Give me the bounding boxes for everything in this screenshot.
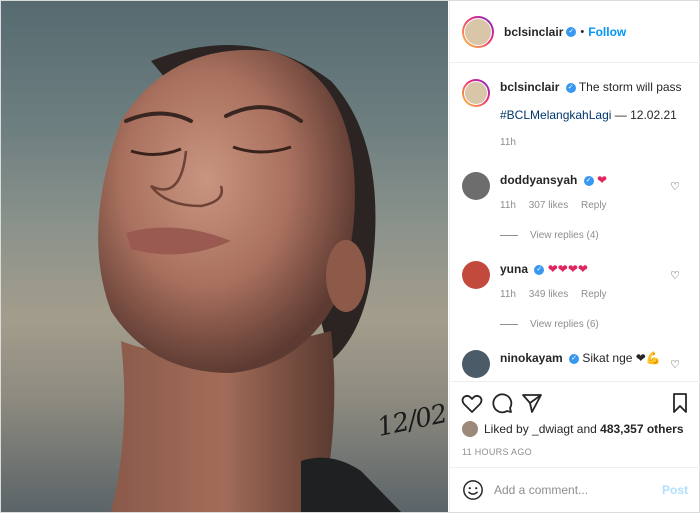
comment-item: doddyansyah ✓ ❤ 11h 307 likes Reply [462, 172, 617, 214]
view-replies[interactable]: View replies (6) [500, 319, 599, 330]
comment-time: 11h [500, 289, 516, 300]
likes-and: and [576, 422, 597, 436]
check-badge-icon: ✓ [566, 26, 577, 37]
comments-list: bclsinclair ✓ The storm will pass #BCLMe… [450, 64, 700, 380]
emoji-icon[interactable] [462, 479, 484, 501]
follow-button[interactable]: Follow [588, 25, 626, 39]
comment-avatar[interactable] [462, 261, 490, 289]
header-username[interactable]: bclsinclair [504, 25, 563, 39]
check-badge-icon: ✓ [583, 175, 594, 186]
comment-avatar[interactable] [462, 350, 490, 378]
bookmark-icon[interactable] [668, 391, 692, 415]
comment-time: 11h [500, 200, 516, 211]
likes-count[interactable]: 483,357 others [600, 422, 683, 436]
comment-input[interactable] [494, 483, 662, 497]
reply-button[interactable]: Reply [581, 289, 607, 300]
like-icon[interactable] [460, 391, 484, 415]
add-comment-bar: Post [450, 467, 700, 512]
comment-likes[interactable]: 307 likes [529, 200, 568, 211]
reply-button[interactable]: Reply [581, 200, 607, 211]
caption-text: The storm will pass [578, 80, 682, 94]
post-button[interactable]: Post [662, 483, 688, 497]
comment-text: Sikat nge ❤💪 [582, 351, 661, 365]
comment-username[interactable]: yuna [500, 262, 528, 276]
check-badge-icon: ✓ [565, 82, 576, 93]
heart-outline-icon[interactable]: ♡ [670, 358, 680, 371]
comment-text: ❤ [597, 173, 608, 187]
heart-outline-icon[interactable]: ♡ [670, 269, 680, 282]
share-icon[interactable] [520, 391, 544, 415]
caption-hashtag[interactable]: #BCLMelangkahLagi [500, 108, 611, 122]
liker-username[interactable]: _dwiagt [532, 422, 573, 436]
post-timestamp: 11 HOURS AGO [462, 447, 532, 457]
action-bar [450, 381, 700, 425]
comment-item: yuna ✓ ❤❤❤❤ 11h 349 likes Reply [462, 261, 617, 303]
check-badge-icon: ✓ [534, 264, 545, 275]
comment-item: ninokayam ✓ Sikat nge ❤💪 [462, 350, 661, 378]
check-badge-icon: ✓ [569, 353, 580, 364]
caption-date: — 12.02.21 [614, 108, 677, 122]
likes-summary: Liked by _dwiagt and 483,357 others [462, 421, 684, 437]
heart-outline-icon[interactable]: ♡ [670, 180, 680, 193]
post-header: bclsinclair ✓ • Follow [450, 1, 700, 63]
separator-dot: • [580, 25, 585, 38]
caption-time: 11h [500, 137, 516, 148]
caption-avatar[interactable] [462, 79, 490, 107]
comment-avatar[interactable] [462, 172, 490, 200]
likes-prefix: Liked by [484, 422, 529, 436]
liker-avatar[interactable] [462, 421, 478, 437]
view-replies[interactable]: View replies (4) [500, 230, 599, 241]
comment-icon[interactable] [490, 391, 514, 415]
avatar[interactable] [462, 15, 494, 48]
comment-username[interactable]: ninokayam [500, 351, 563, 365]
post-sidebar: bclsinclair ✓ • Follow bclsinclair ✓ The… [449, 1, 700, 512]
caption: bclsinclair ✓ The storm will pass #BCLMe… [462, 79, 682, 151]
post-photo[interactable]: 12/02 [1, 1, 448, 512]
comment-likes[interactable]: 349 likes [529, 289, 568, 300]
comment-username[interactable]: doddyansyah [500, 173, 577, 187]
caption-username[interactable]: bclsinclair [500, 80, 559, 94]
comment-text: ❤❤❤❤ [547, 262, 588, 276]
